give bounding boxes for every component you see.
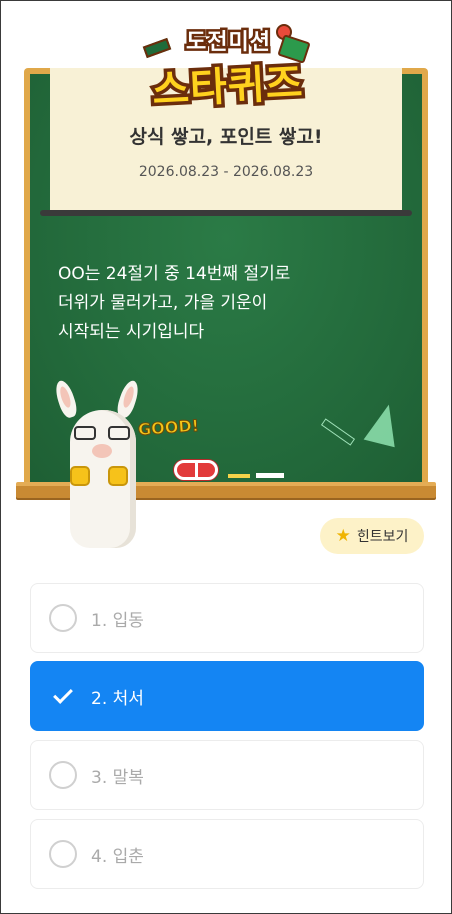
hint-label: 힌트보기 (356, 529, 409, 545)
chalk-white-icon (256, 473, 284, 478)
eraser-icon (174, 460, 218, 480)
answer-option-1[interactable]: 1. 입동 (30, 583, 424, 653)
star-quiz-logo: 도전미션 스타퀴즈 (140, 18, 312, 117)
logo-title: 스타퀴즈 (148, 57, 308, 118)
hint-button[interactable]: ★ 힌트보기 (320, 518, 424, 554)
answer-label: 4. 입춘 (91, 846, 144, 867)
thumbs-up-icon (70, 466, 90, 486)
graduation-cap-icon (142, 37, 172, 59)
question-line: 더위가 물러가고, 가을 기운이 (58, 293, 268, 313)
quiz-title: 상식 쌓고, 포인트 쌓고! (129, 126, 323, 148)
answer-label: 2. 처서 (91, 688, 144, 709)
answer-option-3[interactable]: 3. 말복 (30, 740, 424, 810)
logo-subtitle: 도전미션 (184, 28, 273, 58)
banner-rod (40, 210, 412, 216)
thumbs-up-icon (108, 466, 128, 486)
quiz-date-range: 2026.08.23 - 2026.08.23 (138, 164, 314, 180)
alpaca-mascot (52, 378, 150, 550)
answer-option-4[interactable]: 4. 입춘 (30, 819, 424, 889)
star-icon: ★ (335, 525, 351, 546)
glasses-icon (74, 426, 132, 440)
question-line: 시작되는 시기입니다 (58, 322, 205, 342)
radio-circle-icon (49, 761, 77, 789)
radio-circle-icon (49, 840, 77, 868)
answer-label: 1. 입동 (91, 610, 144, 631)
alpaca-nose (92, 444, 112, 458)
checkmark-icon (49, 682, 77, 710)
alpaca-ear (52, 378, 80, 420)
answer-option-2[interactable]: 2. 처서 (30, 661, 424, 731)
radio-circle-icon (49, 604, 77, 632)
chalk-yellow-icon (228, 474, 250, 478)
answer-label: 3. 말복 (91, 767, 144, 788)
question-line: OO는 24절기 중 14번째 절기로 (58, 264, 291, 284)
question-text: OO는 24절기 중 14번째 절기로 더위가 물러가고, 가을 기운이 시작되… (58, 260, 388, 347)
